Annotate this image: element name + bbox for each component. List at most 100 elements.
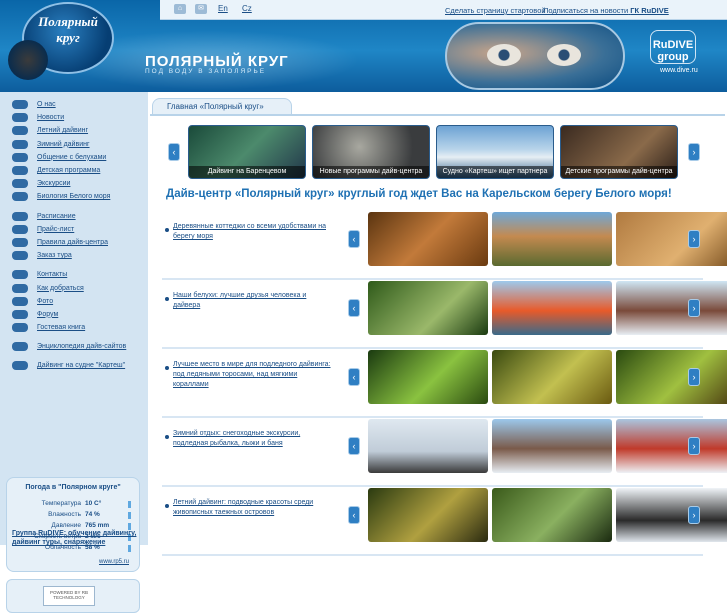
sidebar-item-label: Фото <box>37 297 54 305</box>
sidebar-item[interactable]: Заказ тура <box>12 249 148 262</box>
row-thumbnail[interactable] <box>616 281 727 335</box>
row-link[interactable]: Наши белухи: лучшие друзья человека и да… <box>173 291 333 311</box>
menu-bullet-icon <box>12 296 28 306</box>
top-links-bar: ⌂ ✉ En Cz Сделать страницу стартовой Под… <box>160 0 727 20</box>
row-next-arrow[interactable]: › <box>688 506 700 524</box>
rudive-logo[interactable]: RuDIVE group <box>650 30 696 64</box>
row-link[interactable]: Зимний отдых: снегоходные экскурсии, под… <box>173 429 333 449</box>
row-link[interactable]: Летний дайвинг: подводные красоты среди … <box>173 498 333 518</box>
row-thumbnail[interactable] <box>492 281 612 335</box>
sidebar-item[interactable]: Гостевая книга <box>12 321 148 334</box>
menu-bullet-icon <box>12 126 28 136</box>
subscribe-link[interactable]: Подписаться на новости ГК RuDIVE <box>543 6 669 15</box>
content-row: Летний дайвинг: подводные красоты среди … <box>162 482 727 556</box>
menu-bullet-icon <box>12 270 28 280</box>
row-thumbnail[interactable] <box>616 488 727 542</box>
sidebar-item[interactable]: Правила дайв-центра <box>12 236 148 249</box>
row-next-arrow[interactable]: › <box>688 230 700 248</box>
sidebar-item[interactable]: Детская программа <box>12 164 148 177</box>
sidebar-item[interactable]: Энциклопедия дайв-сайтов <box>12 340 148 353</box>
row-thumbnail[interactable] <box>368 281 488 335</box>
weather-row: Влажность 74 % <box>15 511 131 519</box>
sidebar-item[interactable]: Контакты <box>12 268 148 281</box>
sidebar-item-label: Детская программа <box>37 167 101 175</box>
row-prev-arrow[interactable]: ‹ <box>348 506 360 524</box>
row-thumbnail[interactable] <box>492 488 612 542</box>
row-next-arrow[interactable]: › <box>688 299 700 317</box>
sidebar-item[interactable]: Летний дайвинг <box>12 124 148 137</box>
sidebar-item-label: Экскурсии <box>37 180 71 188</box>
sidebar-item[interactable]: Общение с белухами <box>12 151 148 164</box>
sidebar-item[interactable]: Прайс-лист <box>12 223 148 236</box>
sidebar-item[interactable]: О нас <box>12 98 148 111</box>
tab-home[interactable]: Главная «Полярный круг» <box>152 98 292 114</box>
weather-row: Температура 10 C° <box>15 500 131 508</box>
row-thumbnail[interactable] <box>616 419 727 473</box>
sidebar-item-label: Биология Белого моря <box>37 193 111 201</box>
set-homepage-link[interactable]: Сделать страницу стартовой <box>445 6 546 15</box>
lang-cz-link[interactable]: Cz <box>242 4 252 13</box>
row-thumbnail[interactable] <box>616 350 727 404</box>
row-thumbnail[interactable] <box>368 212 488 266</box>
row-link[interactable]: Деревянные коттеджи со всеми удобствами … <box>173 222 333 242</box>
row-prev-arrow[interactable]: ‹ <box>348 437 360 455</box>
sidebar-item[interactable]: Расписание <box>12 210 148 223</box>
slide-caption: Судно «Картеш» ищет партнера <box>437 166 553 178</box>
diver-mask-image <box>445 22 625 90</box>
menu-bullet-icon <box>12 361 28 371</box>
weather-source-link[interactable]: www.rp5.ru <box>99 559 129 565</box>
sidebar-item-label: Прайс-лист <box>37 225 75 233</box>
row-thumbnail[interactable] <box>492 419 612 473</box>
rudive-url[interactable]: www.dive.ru <box>660 67 698 74</box>
carousel-next-arrow[interactable]: › <box>688 143 700 161</box>
carousel-slide[interactable]: Дайвинг на Баренцевом <box>188 125 306 179</box>
sidebar-item[interactable]: Как добраться <box>12 281 148 294</box>
sidebar-item[interactable]: Биология Белого моря <box>12 190 148 203</box>
carousel-slide[interactable]: Детские программы дайв-центра <box>560 125 678 179</box>
row-next-arrow[interactable]: › <box>688 437 700 455</box>
rudive-group-link[interactable]: Группа RuDIVE: обучение дайвингу, дайвин… <box>12 529 147 547</box>
menu-bullet-icon <box>12 139 28 149</box>
row-thumbnail[interactable] <box>616 212 727 266</box>
sidebar-item[interactable]: Зимний дайвинг <box>12 138 148 151</box>
row-thumbnail[interactable] <box>368 350 488 404</box>
carousel-slide[interactable]: Новые программы дайв-центра <box>312 125 430 179</box>
lang-en-link[interactable]: En <box>218 4 228 13</box>
row-next-arrow[interactable]: › <box>688 368 700 386</box>
row-thumbnail[interactable] <box>492 350 612 404</box>
diver-image <box>8 40 48 80</box>
eye-right <box>547 44 581 66</box>
slide-caption: Дайвинг на Баренцевом <box>189 166 305 178</box>
row-thumbnail[interactable] <box>368 419 488 473</box>
carousel-slide[interactable]: Судно «Картеш» ищет партнера <box>436 125 554 179</box>
mail-icon[interactable]: ✉ <box>195 4 207 14</box>
weather-value: 74 % <box>85 511 100 518</box>
weather-label: Температура <box>41 500 81 507</box>
row-thumbnail[interactable] <box>492 212 612 266</box>
sidebar-item[interactable]: Фото <box>12 295 148 308</box>
eye-left <box>487 44 521 66</box>
sidebar-item[interactable]: Дайвинг на судне "Картеш" <box>12 359 148 372</box>
row-prev-arrow[interactable]: ‹ <box>348 368 360 386</box>
sidebar-item-label: Форум <box>37 310 59 318</box>
sidebar-item[interactable]: Экскурсии <box>12 177 148 190</box>
row-bullet-icon <box>165 366 169 370</box>
carousel-prev-arrow[interactable]: ‹ <box>168 143 180 161</box>
weather-widget: Погода в "Полярном круге" Температура 10 … <box>6 477 140 572</box>
row-prev-arrow[interactable]: ‹ <box>348 299 360 317</box>
home-icon[interactable]: ⌂ <box>174 4 186 14</box>
row-thumbnail[interactable] <box>368 488 488 542</box>
sidebar-item[interactable]: Новости <box>12 111 148 124</box>
sidebar-item[interactable]: Форум <box>12 308 148 321</box>
weather-bar <box>128 512 131 519</box>
row-prev-arrow[interactable]: ‹ <box>348 230 360 248</box>
sidebar-item-label: Зимний дайвинг <box>37 140 90 148</box>
weather-value: 10 C° <box>85 500 102 507</box>
weather-bar <box>128 501 131 508</box>
subscribe-brand: ГК RuDIVE <box>630 6 669 15</box>
menu-bullet-icon <box>12 100 28 110</box>
row-link[interactable]: Лучшее место в мире для подледного дайви… <box>173 360 333 390</box>
content-row: Лучшее место в мире для подледного дайви… <box>162 344 727 418</box>
sidebar: О нас Новости Летний дайвинг Зимний дайвинг… <box>0 92 148 613</box>
powered-by-badge[interactable]: POWERED BY RB TECHNOLOGY <box>6 579 140 613</box>
